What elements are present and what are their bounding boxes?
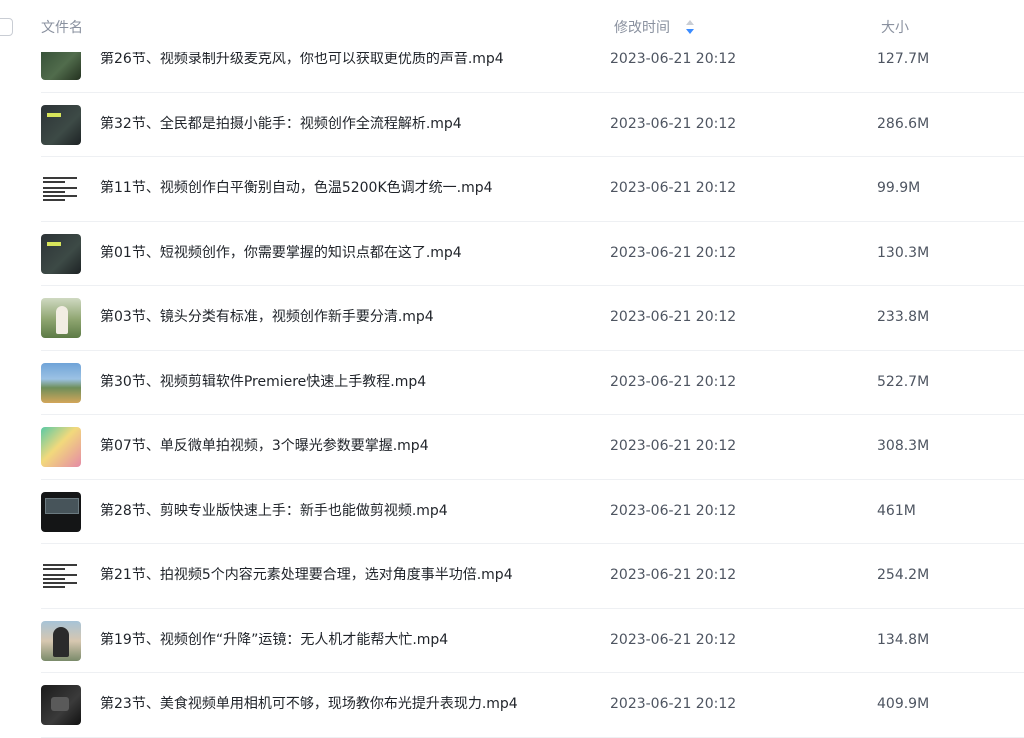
file-list: 第26节、视频录制升级麦克风，你也可以获取更优质的声音.mp4 2023-06-2… [0, 28, 1024, 738]
file-modified-time: 2023-06-21 20:12 [610, 373, 737, 390]
file-modified-time: 2023-06-21 20:12 [610, 309, 737, 325]
file-modified-time: 2023-06-21 20:12 [610, 244, 737, 261]
file-row[interactable]: 第07节、单反微单拍视频，3个曝光参数要掌握.mp4 2023-06-21 20:… [41, 415, 1024, 480]
file-name[interactable]: 第03节、镜头分类有标准，视频创作新手要分清.mp4 [100, 286, 434, 350]
file-size: 461M [877, 502, 916, 519]
file-row[interactable]: 第19节、视频创作“升降”运镜：无人机才能帮大忙.mp4 2023-06-21 2… [41, 609, 1024, 673]
video-thumbnail[interactable] [41, 685, 81, 725]
video-thumbnail[interactable] [41, 298, 81, 338]
file-name[interactable]: 第21节、拍视频5个内容元素处理要合理，选对角度事半功倍.mp4 [100, 544, 513, 608]
video-thumbnail[interactable] [41, 104, 81, 145]
file-modified-time: 2023-06-21 20:12 [610, 567, 737, 583]
file-name[interactable]: 第07节、单反微单拍视频，3个曝光参数要掌握.mp4 [100, 415, 429, 479]
file-modified-time: 2023-06-21 20:12 [610, 631, 737, 648]
file-row[interactable]: 第32节、全民都是拍摄小能手：视频创作全流程解析.mp4 2023-06-21 2… [41, 93, 1024, 157]
file-name[interactable]: 第01节、短视频创作，你需要掌握的知识点都在这了.mp4 [100, 222, 462, 286]
file-size: 130.3M [877, 244, 930, 261]
file-name[interactable]: 第28节、剪映专业版快速上手：新手也能做剪视频.mp4 [100, 480, 448, 544]
file-modified-time: 2023-06-21 20:12 [610, 502, 737, 519]
file-name[interactable]: 第19节、视频创作“升降”运镜：无人机才能帮大忙.mp4 [100, 609, 448, 673]
column-header-modified-time[interactable]: 修改时间 [614, 17, 670, 37]
video-thumbnail[interactable] [41, 169, 81, 209]
file-size: 522.7M [877, 373, 930, 390]
file-list-header: 文件名 修改时间 大小 [0, 0, 1024, 52]
file-size: 409.9M [877, 696, 930, 712]
file-name[interactable]: 第23节、美食视频单用相机可不够，现场教你布光提升表现力.mp4 [100, 673, 518, 737]
video-thumbnail[interactable] [41, 233, 81, 274]
file-modified-time: 2023-06-21 20:12 [610, 438, 737, 454]
file-row[interactable]: 第30节、视频剪辑软件Premiere快速上手教程.mp4 2023-06-21 … [41, 351, 1024, 415]
file-modified-time: 2023-06-21 20:12 [610, 180, 737, 196]
file-size: 233.8M [877, 309, 930, 325]
video-thumbnail[interactable] [41, 362, 81, 403]
video-thumbnail[interactable] [41, 491, 81, 532]
file-name[interactable]: 第30节、视频剪辑软件Premiere快速上手教程.mp4 [100, 351, 426, 415]
video-thumbnail[interactable] [41, 427, 81, 467]
file-row[interactable]: 第28节、剪映专业版快速上手：新手也能做剪视频.mp4 2023-06-21 20… [41, 480, 1024, 544]
file-row[interactable]: 第01节、短视频创作，你需要掌握的知识点都在这了.mp4 2023-06-21 2… [41, 222, 1024, 286]
sort-icon[interactable] [684, 19, 696, 35]
column-header-name[interactable]: 文件名 [41, 17, 83, 37]
file-row[interactable]: 第23节、美食视频单用相机可不够，现场教你布光提升表现力.mp4 2023-06-… [41, 673, 1024, 738]
file-size: 99.9M [877, 180, 921, 196]
video-thumbnail[interactable] [41, 620, 81, 661]
video-thumbnail[interactable] [41, 556, 81, 596]
file-modified-time: 2023-06-21 20:12 [610, 696, 737, 712]
file-row[interactable]: 第11节、视频创作白平衡别自动，色温5200K色调才统一.mp4 2023-06-… [41, 157, 1024, 222]
file-size: 134.8M [877, 631, 930, 648]
column-header-size[interactable]: 大小 [881, 17, 909, 37]
file-name[interactable]: 第11节、视频创作白平衡别自动，色温5200K色调才统一.mp4 [100, 157, 493, 221]
file-size: 254.2M [877, 567, 930, 583]
file-size: 286.6M [877, 115, 930, 132]
file-modified-time: 2023-06-21 20:12 [610, 115, 737, 132]
file-row[interactable]: 第03节、镜头分类有标准，视频创作新手要分清.mp4 2023-06-21 20:… [41, 286, 1024, 351]
file-name[interactable]: 第32节、全民都是拍摄小能手：视频创作全流程解析.mp4 [100, 93, 462, 157]
file-size: 308.3M [877, 438, 930, 454]
file-row[interactable]: 第21节、拍视频5个内容元素处理要合理，选对角度事半功倍.mp4 2023-06-… [41, 544, 1024, 609]
select-all-checkbox[interactable] [0, 18, 13, 36]
